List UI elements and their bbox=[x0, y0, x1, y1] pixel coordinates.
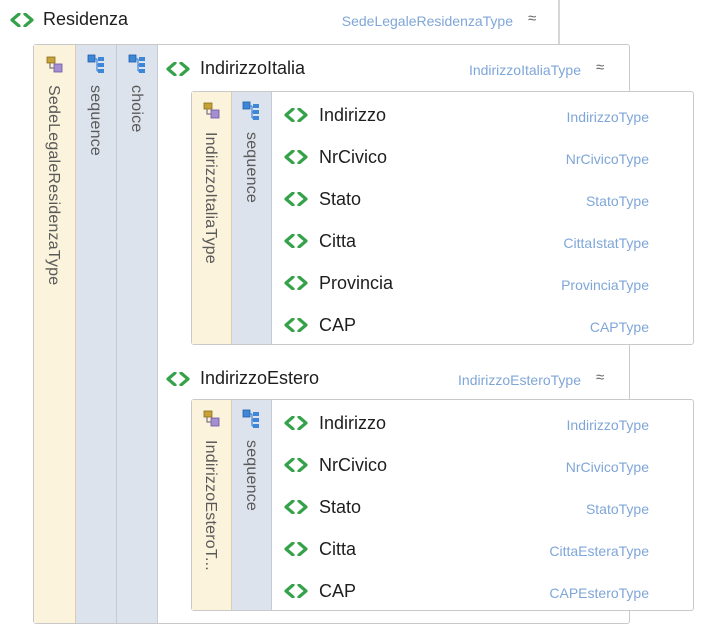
element-name: Provincia bbox=[319, 273, 394, 293]
element-type: NrCivicoType bbox=[565, 459, 649, 475]
complex-type-label: IndirizzoItaliaType bbox=[202, 132, 219, 264]
collapse-icon[interactable]: ≈ bbox=[596, 370, 604, 385]
complex-type-label: SedeLegaleResidenzaType bbox=[45, 85, 62, 286]
list-item[interactable]: CAP CAPEsteroType bbox=[272, 570, 693, 610]
element-icon bbox=[284, 192, 308, 206]
estero-element-header[interactable]: IndirizzoEstero IndirizzoEsteroType ≈ bbox=[160, 362, 626, 396]
estero-type-panel: IndirizzoEsteroT... sequence Indirizzo I… bbox=[191, 399, 694, 611]
list-item[interactable]: Stato StatoType bbox=[272, 486, 693, 528]
element-icon bbox=[284, 500, 308, 514]
element-name: NrCivico bbox=[319, 455, 388, 475]
element-type: IndirizzoType bbox=[566, 109, 649, 125]
choice-strip[interactable]: choice bbox=[117, 45, 158, 623]
element-type: CittaIstatType bbox=[563, 235, 649, 251]
element-name: NrCivico bbox=[319, 147, 388, 167]
list-item[interactable]: Stato StatoType bbox=[272, 178, 693, 220]
complex-type-strip[interactable]: IndirizzoItaliaType bbox=[192, 92, 232, 344]
element-name: Stato bbox=[319, 189, 362, 209]
element-type: IndirizzoType bbox=[566, 417, 649, 433]
list-item[interactable]: NrCivico NrCivicoType bbox=[272, 136, 693, 178]
element-icon bbox=[284, 318, 308, 332]
choice-label: choice bbox=[128, 85, 145, 133]
sequence-icon bbox=[242, 409, 259, 428]
complex-type-strip[interactable]: IndirizzoEsteroT... bbox=[192, 400, 232, 610]
element-type: StatoType bbox=[585, 193, 649, 209]
italia-element-type: IndirizzoItaliaType bbox=[468, 62, 581, 78]
element-icon bbox=[10, 13, 34, 27]
complex-type-icon bbox=[203, 102, 220, 119]
root-panel-border bbox=[558, 0, 560, 44]
list-item[interactable]: Citta CittaEsteraType bbox=[272, 528, 693, 570]
element-name: CAP bbox=[319, 581, 357, 601]
sequence-icon bbox=[87, 54, 104, 73]
estero-elements-list: Indirizzo IndirizzoType NrCivico NrCivic… bbox=[272, 400, 693, 610]
complex-type-strip[interactable]: SedeLegaleResidenzaType bbox=[34, 45, 76, 623]
italia-type-panel: IndirizzoItaliaType sequence Indirizzo I… bbox=[191, 91, 694, 345]
sequence-label: sequence bbox=[243, 440, 260, 511]
sequence-label: sequence bbox=[243, 132, 260, 203]
element-icon bbox=[284, 416, 308, 430]
sequence-label: sequence bbox=[87, 85, 104, 156]
element-icon bbox=[284, 584, 308, 598]
sequence-strip[interactable]: sequence bbox=[232, 92, 272, 344]
choice-icon bbox=[128, 54, 145, 73]
element-icon bbox=[166, 62, 190, 76]
sequence-strip[interactable]: sequence bbox=[76, 45, 117, 623]
list-item[interactable]: Indirizzo IndirizzoType bbox=[272, 94, 693, 136]
element-type: CittaEsteraType bbox=[549, 543, 649, 559]
list-item[interactable]: CAP CAPType bbox=[272, 304, 693, 344]
element-name: Indirizzo bbox=[319, 105, 387, 125]
complex-type-label: IndirizzoEsteroT... bbox=[202, 440, 219, 571]
root-element-type: SedeLegaleResidenzaType bbox=[341, 13, 513, 29]
sequence-strip[interactable]: sequence bbox=[232, 400, 272, 610]
root-element-name: Residenza bbox=[43, 9, 129, 29]
element-type: CAPEsteroType bbox=[549, 585, 649, 601]
sequence-icon bbox=[242, 101, 259, 120]
list-item[interactable]: Provincia ProvinciaType bbox=[272, 262, 693, 304]
estero-element-type: IndirizzoEsteroType bbox=[458, 372, 581, 388]
element-type: ProvinciaType bbox=[561, 277, 649, 293]
element-icon bbox=[284, 108, 308, 122]
element-icon bbox=[284, 276, 308, 290]
element-name: Citta bbox=[319, 231, 357, 251]
element-type: StatoType bbox=[585, 501, 649, 517]
list-item[interactable]: Citta CittaIstatType bbox=[272, 220, 693, 262]
element-name: CAP bbox=[319, 315, 357, 335]
element-icon bbox=[284, 150, 308, 164]
element-type: NrCivicoType bbox=[565, 151, 649, 167]
element-icon bbox=[284, 234, 308, 248]
complex-type-icon bbox=[46, 56, 63, 73]
collapse-icon[interactable]: ≈ bbox=[596, 60, 604, 75]
element-name: Stato bbox=[319, 497, 362, 517]
italia-elements-list: Indirizzo IndirizzoType NrCivico NrCivic… bbox=[272, 92, 693, 344]
element-icon bbox=[284, 458, 308, 472]
element-name: Indirizzo bbox=[319, 413, 387, 433]
collapse-icon[interactable]: ≈ bbox=[528, 11, 536, 26]
estero-element-name: IndirizzoEstero bbox=[200, 368, 320, 388]
element-icon bbox=[284, 542, 308, 556]
list-item[interactable]: Indirizzo IndirizzoType bbox=[272, 402, 693, 444]
complex-type-icon bbox=[203, 410, 220, 427]
element-type: CAPType bbox=[589, 319, 649, 335]
root-element-header[interactable]: Residenza SedeLegaleResidenzaType ≈ bbox=[0, 0, 560, 40]
italia-element-name: IndirizzoItalia bbox=[200, 58, 306, 78]
list-item[interactable]: NrCivico NrCivicoType bbox=[272, 444, 693, 486]
italia-element-header[interactable]: IndirizzoItalia IndirizzoItaliaType ≈ bbox=[160, 52, 626, 86]
element-icon bbox=[166, 372, 190, 386]
element-name: Citta bbox=[319, 539, 357, 559]
